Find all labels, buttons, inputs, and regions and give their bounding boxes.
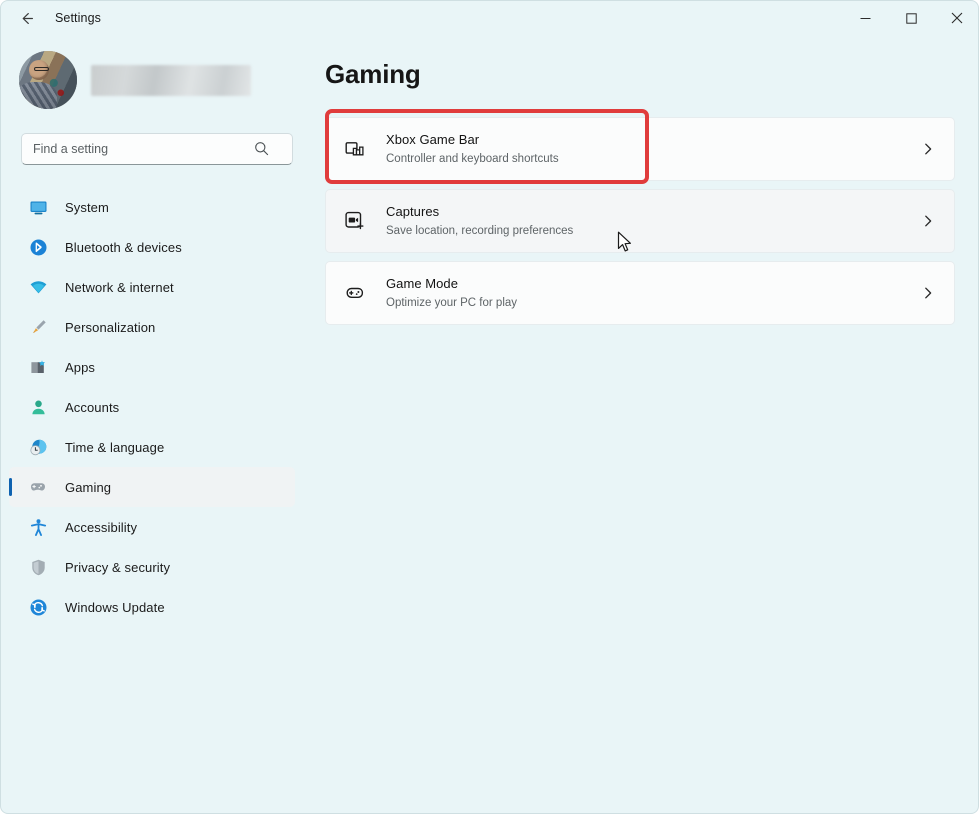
minimize-button[interactable]: [842, 1, 888, 35]
capture-icon: [340, 206, 370, 236]
card-subtitle: Optimize your PC for play: [386, 297, 518, 309]
close-icon: [951, 12, 963, 24]
search-input[interactable]: [21, 133, 293, 165]
account-name-redacted: [91, 64, 251, 96]
apps-icon: [27, 356, 49, 378]
user-avatar-photo[interactable]: [19, 51, 77, 109]
back-button[interactable]: [9, 3, 45, 33]
sidebar-item-label: Apps: [65, 359, 96, 375]
sidebar-item-system[interactable]: System: [9, 187, 295, 227]
page-title: Gaming: [325, 59, 421, 89]
chevron-right-icon[interactable]: [918, 211, 938, 231]
main-pane: Gaming Xbox Game Bar Controller and keyb…: [311, 35, 978, 813]
sidebar-item-label: Bluetooth & devices: [65, 239, 182, 255]
monitor-icon: [27, 196, 49, 218]
bluetooth-icon: [27, 236, 49, 258]
sidebar-nav: System Bluetooth & devices Network & int…: [1, 187, 311, 627]
settings-card-game-mode[interactable]: Game Mode Optimize your PC for play: [325, 261, 955, 325]
person-icon: [27, 396, 49, 418]
sidebar-item-label: Time & language: [65, 439, 165, 455]
settings-card-list: Xbox Game Bar Controller and keyboard sh…: [325, 117, 955, 333]
chevron-right-icon[interactable]: [918, 139, 938, 159]
sidebar-item-label: Network & internet: [65, 279, 174, 295]
sidebar-item-label: Personalization: [65, 319, 156, 335]
sidebar-item-gaming[interactable]: Gaming: [9, 467, 295, 507]
avatar-photo-glasses: [34, 67, 50, 72]
window-controls: [842, 1, 978, 35]
wifi-icon: [27, 276, 49, 298]
card-subtitle: Save location, recording preferences: [386, 225, 574, 237]
settings-card-captures[interactable]: Captures Save location, recording prefer…: [325, 189, 955, 253]
sidebar-item-accounts[interactable]: Accounts: [9, 387, 295, 427]
title-bar: Settings: [1, 1, 978, 35]
minimize-icon: [860, 13, 871, 24]
clock-globe-icon: [27, 436, 49, 458]
card-text: Captures Save location, recording prefer…: [386, 203, 918, 239]
sidebar-item-network-internet[interactable]: Network & internet: [9, 267, 295, 307]
gamepad-icon: [27, 476, 49, 498]
card-title: Game Mode: [386, 276, 458, 291]
sidebar-item-apps[interactable]: Apps: [9, 347, 295, 387]
search-box[interactable]: [21, 133, 295, 165]
sidebar-item-bluetooth-devices[interactable]: Bluetooth & devices: [9, 227, 295, 267]
back-arrow-icon: [19, 10, 36, 27]
sidebar-item-label: Accounts: [65, 399, 120, 415]
card-text: Xbox Game Bar Controller and keyboard sh…: [386, 131, 918, 167]
sidebar-item-label: Privacy & security: [65, 559, 171, 575]
sidebar-item-accessibility[interactable]: Accessibility: [9, 507, 295, 547]
maximize-button[interactable]: [888, 1, 934, 35]
card-title: Captures: [386, 204, 440, 219]
accessibility-icon: [27, 516, 49, 538]
profile-section[interactable]: [1, 49, 311, 111]
paintbrush-icon: [27, 316, 49, 338]
maximize-icon: [905, 12, 917, 24]
card-title: Xbox Game Bar: [386, 132, 480, 147]
card-subtitle: Controller and keyboard shortcuts: [386, 153, 559, 165]
sidebar-item-privacy-security[interactable]: Privacy & security: [9, 547, 295, 587]
game-bar-icon: [340, 134, 370, 164]
sidebar-item-time-language[interactable]: Time & language: [9, 427, 295, 467]
selection-indicator: [9, 478, 12, 496]
chevron-right-icon[interactable]: [918, 283, 938, 303]
window-title: Settings: [55, 11, 101, 25]
close-button[interactable]: [934, 1, 978, 35]
update-icon: [27, 596, 49, 618]
settings-card-xbox-game-bar[interactable]: Xbox Game Bar Controller and keyboard sh…: [325, 117, 955, 181]
card-text: Game Mode Optimize your PC for play: [386, 275, 918, 311]
sidebar-item-personalization[interactable]: Personalization: [9, 307, 295, 347]
shield-icon: [27, 556, 49, 578]
avatar-photo-torso: [19, 82, 58, 109]
game-mode-icon: [340, 278, 370, 308]
sidebar: System Bluetooth & devices: [1, 35, 311, 813]
settings-window: Settings Find a setting System Bluetooth…: [0, 0, 979, 814]
sidebar-item-label: Accessibility: [65, 519, 138, 535]
sidebar-item-label: System: [65, 199, 109, 215]
sidebar-item-windows-update[interactable]: Windows Update: [9, 587, 295, 627]
sidebar-item-label: Gaming: [65, 479, 112, 495]
sidebar-item-label: Windows Update: [65, 599, 165, 615]
